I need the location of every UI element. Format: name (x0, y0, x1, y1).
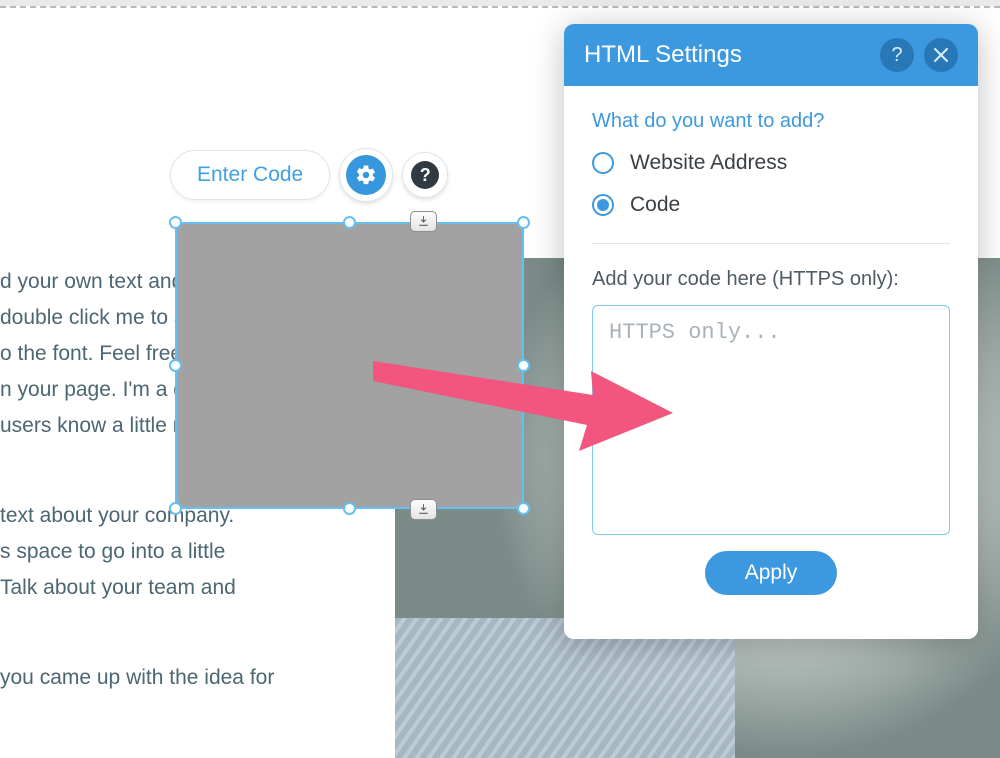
help-button[interactable]: ? (402, 152, 448, 198)
resize-handle-mr[interactable] (517, 359, 530, 372)
apply-button[interactable]: Apply (705, 551, 838, 595)
resize-handle-br[interactable] (517, 502, 530, 515)
padding-handle-bottom[interactable] (410, 499, 437, 520)
bg-text-line: you came up with the idea for (0, 660, 274, 696)
resize-handle-tr[interactable] (517, 216, 530, 229)
bg-text-line: Talk about your team and (0, 570, 236, 606)
settings-button[interactable] (339, 148, 393, 202)
divider (592, 243, 950, 244)
panel-body: What do you want to add? Website Address… (564, 86, 978, 639)
radio-label: Website Address (630, 151, 787, 175)
resize-handle-ml[interactable] (169, 359, 182, 372)
bg-text-line: s space to go into a little (0, 534, 225, 570)
top-dashed-rule (0, 6, 1000, 8)
close-icon (934, 48, 948, 62)
download-icon (417, 503, 430, 516)
radio-code[interactable]: Code (592, 193, 950, 217)
resize-handle-bm[interactable] (343, 502, 356, 515)
radio-website-address[interactable]: Website Address (592, 151, 950, 175)
radio-icon (592, 194, 614, 216)
question-icon: ? (891, 44, 902, 67)
code-field-label: Add your code here (HTTPS only): (592, 268, 950, 291)
section-label: What do you want to add? (592, 110, 950, 133)
html-settings-panel: HTML Settings ? What do you want to add?… (564, 24, 978, 639)
panel-title: HTML Settings (584, 41, 870, 69)
resize-handle-tl[interactable] (169, 216, 182, 229)
enter-code-button[interactable]: Enter Code (170, 150, 330, 200)
download-icon (417, 215, 430, 228)
resize-handle-bl[interactable] (169, 502, 182, 515)
resize-handle-tm[interactable] (343, 216, 356, 229)
panel-footer: Apply (592, 535, 950, 615)
enter-code-label: Enter Code (197, 163, 303, 187)
panel-close-button[interactable] (924, 38, 958, 72)
radio-icon (592, 152, 614, 174)
code-textarea[interactable] (592, 305, 950, 535)
radio-label: Code (630, 193, 680, 217)
selected-html-element[interactable] (175, 222, 524, 509)
panel-header: HTML Settings ? (564, 24, 978, 86)
element-context-toolbar: Enter Code ? (170, 148, 448, 202)
apply-label: Apply (745, 561, 798, 584)
panel-help-button[interactable]: ? (880, 38, 914, 72)
question-icon: ? (411, 161, 439, 189)
gear-icon (346, 155, 386, 195)
padding-handle-top[interactable] (410, 211, 437, 232)
photo-stripe (395, 618, 735, 758)
